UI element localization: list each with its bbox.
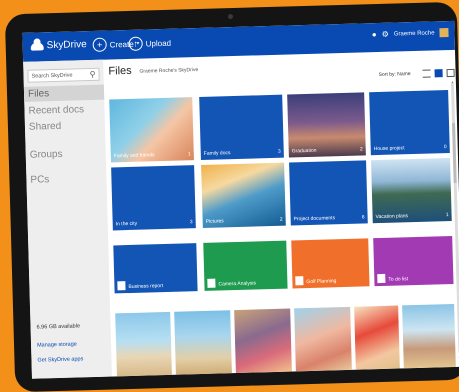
main-content: Files Graeme Roche's SkyDrive Sort by: N… [103,50,459,377]
doc-label: Golf Planning [306,278,337,286]
search-placeholder: Search SkyDrive [31,72,73,80]
brand[interactable]: SkyDrive [30,39,87,52]
doc-tile-onenote[interactable]: To do list [373,235,454,287]
folder-count: 1 [445,212,449,219]
word-icon: Business report [117,281,163,291]
sidebar-item-files[interactable]: Files [23,84,105,102]
sidebar-item-shared[interactable]: Shared [29,121,62,133]
doc-label: Business report [128,283,164,291]
app-name: SkyDrive [46,39,87,52]
sort-dropdown[interactable]: Sort by: Name [379,71,411,78]
photo-thumbnail[interactable] [354,305,400,370]
manage-storage-link[interactable]: Manage storage [37,342,77,349]
breadcrumb[interactable]: Graeme Roche's SkyDrive [139,67,198,75]
folder-tile[interactable]: Family docs 3 [199,94,284,160]
upload-label: Upload [145,38,172,48]
doc-label: To do list [388,276,409,283]
sidebar: Search SkyDrive ⚲ Files Recent docs Shar… [23,59,112,379]
folder-label: In the city [115,220,138,228]
folder-tile[interactable]: Graduation 2 [287,92,366,158]
powerpoint-icon: Golf Planning [295,276,337,286]
search-input[interactable]: Search SkyDrive ⚲ [27,67,100,83]
search-icon[interactable]: ⚲ [90,70,96,79]
folder-tile[interactable]: Family and friends 1 [109,97,194,163]
folder-tile[interactable]: Vacation plans 1 [371,158,452,224]
folder-count: 3 [189,219,193,226]
folder-label: Vacation plans [375,213,409,221]
folder-tile[interactable]: Project documents 6 [289,160,368,226]
folder-label: Project documents [293,215,336,223]
doc-tile-excel[interactable]: Camera Analysis [203,240,288,291]
photo-thumbnail[interactable] [115,311,172,377]
doc-label: Camera Analysis [218,280,257,288]
folder-count: 0 [443,144,447,151]
sidebar-item-groups[interactable]: Groups [30,149,63,161]
get-apps-link[interactable]: Get SkyDrive apps [37,356,83,363]
folder-tile[interactable]: Pictures 2 [201,162,286,228]
storage-available: 6.96 GB available [36,323,81,331]
thumbnails-view-icon[interactable] [434,69,443,78]
folder-count: 1 [187,151,191,158]
folder-label: Pictures [205,218,224,225]
notification-icon[interactable]: ● [372,30,377,39]
folder-tile[interactable]: In the city 3 [111,165,196,231]
folder-label: Family docs [203,150,231,157]
gear-icon[interactable]: ⚙ [382,30,389,39]
screen: SkyDrive + Create ▾ ↑ Upload ● ⚙ Graeme … [22,20,459,379]
photo-thumbnail[interactable] [402,303,456,369]
folder-count: 2 [359,146,363,153]
details-pane-icon[interactable] [446,68,455,78]
excel-icon: Camera Analysis [207,278,256,288]
plus-icon: + [92,37,107,52]
camera [227,14,234,20]
onenote-icon: To do list [377,273,408,284]
cloud-icon [30,41,44,51]
folder-label: Graduation [291,147,317,155]
upload-icon: ↑ [128,36,143,51]
doc-tile-powerpoint[interactable]: Golf Planning [291,238,370,289]
avatar[interactable] [439,28,449,38]
folder-count: 3 [277,148,281,155]
sidebar-item-pcs[interactable]: PCs [30,174,49,186]
photo-thumbnail[interactable] [294,306,352,372]
photo-thumbnail[interactable] [234,308,292,374]
folder-label: House project [373,145,405,153]
page-title: Files [108,64,132,78]
details-view-icon[interactable] [422,69,431,78]
doc-tile-word[interactable]: Business report [113,243,198,294]
folder-count: 6 [361,214,365,221]
user-area[interactable]: ● ⚙ Graeme Roche [372,28,449,39]
folder-label: Family and friends [113,152,155,160]
photo-thumbnail[interactable] [174,310,232,375]
user-name: Graeme Roche [393,29,435,38]
tablet-frame: SkyDrive + Create ▾ ↑ Upload ● ⚙ Graeme … [4,1,459,392]
folder-tile[interactable]: House project 0 [369,90,450,156]
folder-count: 2 [279,216,283,223]
sidebar-item-recent-docs[interactable]: Recent docs [28,104,84,117]
upload-button[interactable]: ↑ Upload [128,36,171,51]
